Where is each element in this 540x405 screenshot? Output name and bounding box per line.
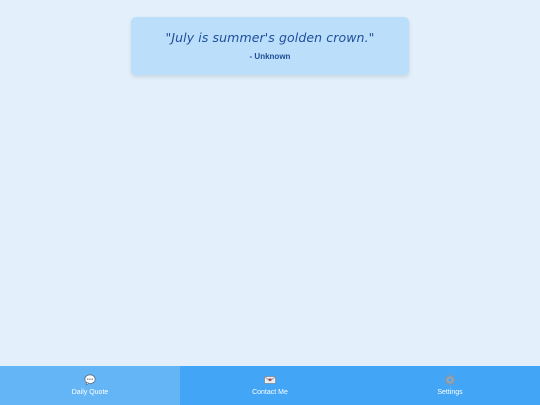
tab-settings[interactable]: Settings xyxy=(360,366,540,405)
app-screen: "July is summer's golden crown." - Unkno… xyxy=(0,0,540,405)
tab-daily-quote-label: Daily Quote xyxy=(71,389,109,396)
bottom-tab-bar: Daily Quote Contact Me Settings xyxy=(0,366,540,405)
speech-bubble-icon xyxy=(84,374,96,386)
gear-icon xyxy=(444,374,456,386)
email-icon xyxy=(264,374,276,386)
quote-text: "July is summer's golden crown." xyxy=(165,30,375,45)
quote-card: "July is summer's golden crown." - Unkno… xyxy=(131,17,409,75)
tab-settings-label: Settings xyxy=(437,389,463,396)
tab-contact-me[interactable]: Contact Me xyxy=(180,366,360,405)
quote-author: - Unknown xyxy=(249,52,291,61)
tab-contact-me-label: Contact Me xyxy=(252,389,288,396)
tab-daily-quote[interactable]: Daily Quote xyxy=(0,366,180,405)
